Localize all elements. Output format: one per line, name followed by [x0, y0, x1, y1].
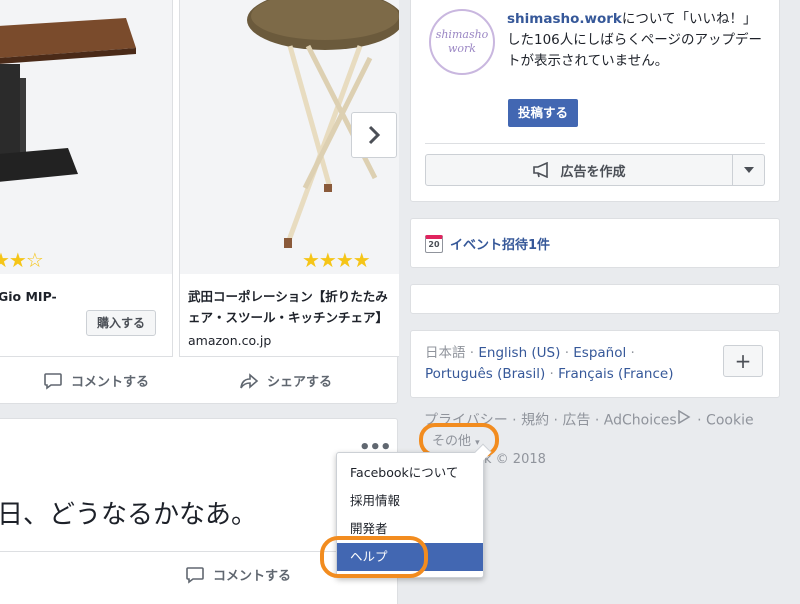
- comment-label: コメントする: [213, 569, 292, 584]
- caret-down-icon: [743, 167, 754, 173]
- promo-divider: [425, 143, 765, 144]
- menu-item-about[interactable]: Facebookについて: [337, 459, 483, 487]
- separator: ·: [465, 345, 479, 361]
- comment-label: コメントする: [71, 375, 150, 390]
- highlight-ring-help: [320, 536, 428, 578]
- calendar-icon: 20: [425, 234, 443, 253]
- post-text: 日、どうなるかなあ。: [0, 500, 258, 530]
- event-invite-card: 20 イベント招待1件: [410, 218, 780, 268]
- share-button[interactable]: シェアする: [239, 371, 332, 390]
- menu-item-careers[interactable]: 採用情報: [337, 487, 483, 515]
- comment-button[interactable]: コメントする: [43, 371, 149, 390]
- megaphone-icon: [533, 162, 549, 178]
- logo-text-line1: shimasho: [435, 28, 489, 41]
- footer-cookie-link[interactable]: · Cookie: [693, 413, 753, 429]
- buy-button[interactable]: 購入する: [85, 310, 156, 336]
- event-invite-label: イベント招待1件: [450, 238, 551, 253]
- page-promo-card: shimasho work shimasho.workについて「いいね！」した1…: [410, 0, 780, 202]
- create-ad-label: 広告を作成: [560, 164, 626, 180]
- share-label: シェアする: [267, 375, 333, 390]
- star-rating: ★★★★: [302, 248, 371, 272]
- add-language-button[interactable]: +: [723, 345, 763, 377]
- page-logo[interactable]: shimasho work: [429, 9, 495, 75]
- current-language: 日本語: [425, 345, 466, 361]
- create-ad-dropdown[interactable]: [733, 154, 765, 186]
- empty-card: [410, 284, 780, 314]
- star-rating: ★★☆: [0, 248, 44, 272]
- product-title-line2: ェア・スツール・キッチンチェア】: [188, 310, 389, 325]
- separator: ·: [545, 366, 559, 382]
- carousel-next-button[interactable]: [351, 112, 397, 158]
- chevron-right-icon: [368, 125, 381, 145]
- promo-message: shimasho.workについて「いいね！」した106人にしばらくページのアッ…: [507, 9, 763, 72]
- language-list: 日本語 · English (US) · Español · Português…: [425, 343, 715, 385]
- product-title-line1: 武田コーポレーション【折りたたみ: [188, 289, 388, 304]
- logo-text-line2: work: [448, 42, 476, 55]
- product-domain: amazon.co.jp: [188, 333, 272, 348]
- standing-desk-image: [0, 18, 136, 182]
- separator: ·: [626, 345, 635, 361]
- create-ad-button[interactable]: 広告を作成: [425, 154, 733, 186]
- language-english[interactable]: English (US): [478, 345, 560, 361]
- product-title[interactable]: Gio MIP-: [0, 286, 166, 307]
- share-icon: [240, 372, 259, 389]
- page-name-link[interactable]: shimasho.work: [507, 11, 622, 27]
- event-invite-link[interactable]: 20 イベント招待1件: [425, 234, 550, 253]
- language-french[interactable]: Français (France): [558, 366, 673, 382]
- comment-icon: [44, 372, 62, 390]
- separator: ·: [560, 345, 574, 361]
- carousel-product-2[interactable]: ★★★★ 武田コーポレーション【折りたたみ ェア・スツール・キッチンチェア】 a…: [179, 0, 399, 357]
- comment-icon: [186, 566, 204, 584]
- comment-button[interactable]: コメントする: [185, 565, 291, 584]
- feed-post-carousel: ★★☆ Gio MIP- 購入する ★★★★ 武田コーポレーション【折りたたみ …: [0, 0, 399, 404]
- carousel-product-1[interactable]: ★★☆ Gio MIP- 購入する: [0, 0, 173, 357]
- language-spanish[interactable]: Español: [573, 345, 626, 361]
- adchoices-icon: [677, 409, 693, 431]
- post-button[interactable]: 投稿する: [508, 99, 579, 127]
- footer-copyright: k © 2018: [484, 452, 546, 467]
- product-title[interactable]: 武田コーポレーション【折りたたみ ェア・スツール・キッチンチェア】: [188, 286, 393, 328]
- language-portuguese[interactable]: Português (Brasil): [425, 366, 545, 382]
- language-card: 日本語 · English (US) · Español · Português…: [410, 330, 780, 398]
- product-image[interactable]: [0, 0, 172, 274]
